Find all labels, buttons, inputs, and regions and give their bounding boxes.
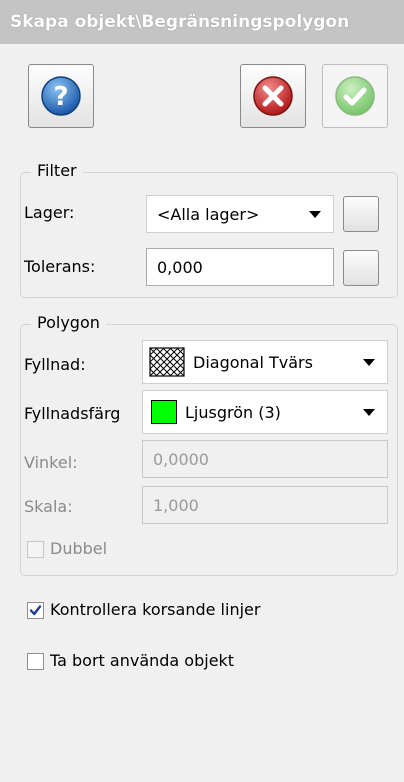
fill-color-label: Fyllnadsfärg [24, 404, 121, 423]
scale-label: Skala: [24, 497, 73, 516]
close-icon [253, 76, 293, 116]
svg-text:?: ? [53, 82, 68, 112]
layer-label: Lager: [24, 203, 75, 222]
angle-label: Vinkel: [24, 453, 78, 472]
check-crossing-checkbox[interactable] [27, 602, 44, 619]
crosshatch-pattern-icon [149, 347, 185, 377]
layer-picker-button[interactable] [343, 196, 379, 232]
tolerance-label: Tolerans: [24, 257, 96, 276]
tolerance-field[interactable]: 0,000 [146, 248, 334, 286]
polygon-group-title: Polygon [31, 313, 106, 332]
chevron-down-icon [363, 359, 375, 366]
window-title: Skapa objekt\Begränsningspolygon [0, 0, 404, 44]
tolerance-pick-button[interactable] [343, 250, 379, 286]
remove-used-label: Ta bort använda objekt [50, 651, 235, 670]
fill-pattern-select[interactable]: Diagonal Tvärs [142, 340, 388, 384]
chevron-down-icon [363, 409, 375, 416]
scale-value: 1,000 [153, 495, 199, 515]
fill-color-select[interactable]: Ljusgrön (3) [142, 390, 388, 434]
cancel-button[interactable] [240, 64, 306, 128]
help-button[interactable]: ? [28, 64, 94, 128]
window-title-text: Skapa objekt\Begränsningspolygon [10, 12, 350, 32]
color-swatch [151, 400, 177, 424]
layer-select-value: <Alla lager> [157, 204, 260, 224]
scale-field[interactable]: 1,000 [142, 486, 388, 524]
help-icon: ? [41, 76, 81, 116]
check-crossing-label: Kontrollera korsande linjer [50, 600, 261, 619]
double-checkbox[interactable] [27, 541, 44, 558]
remove-used-checkbox[interactable] [27, 653, 44, 670]
chevron-down-icon [309, 211, 321, 218]
angle-value: 0,0000 [153, 449, 209, 469]
double-label: Dubbel [50, 539, 108, 558]
tolerance-value: 0,000 [157, 257, 203, 277]
fill-pattern-value: Diagonal Tvärs [193, 352, 313, 372]
check-icon [335, 76, 375, 116]
filter-group-title: Filter [31, 161, 83, 180]
ok-button[interactable] [322, 64, 388, 128]
fill-color-value: Ljusgrön (3) [185, 402, 281, 422]
fill-label: Fyllnad: [24, 355, 86, 374]
layer-select[interactable]: <Alla lager> [146, 195, 334, 233]
checkmark-icon [29, 605, 42, 616]
angle-field[interactable]: 0,0000 [142, 440, 388, 478]
